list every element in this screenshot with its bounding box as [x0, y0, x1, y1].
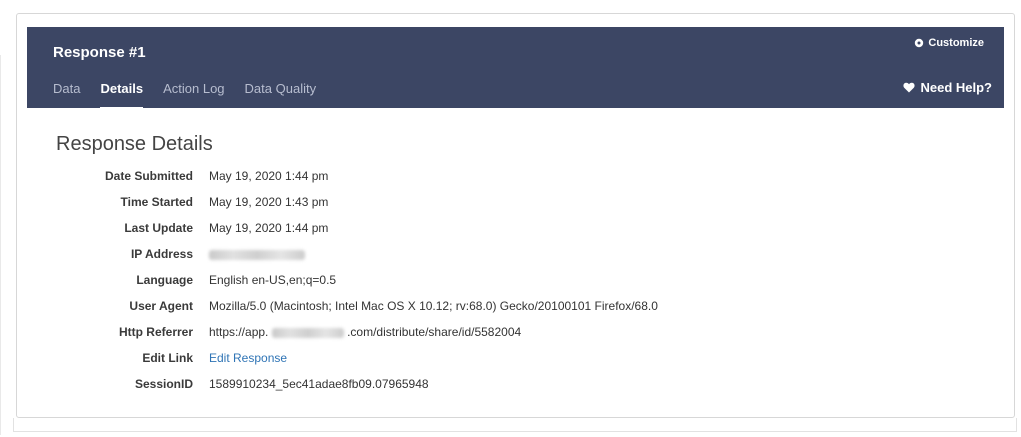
- need-help-label: Need Help?: [920, 80, 992, 95]
- referrer-prefix: https://app.: [209, 325, 269, 339]
- tab-data[interactable]: Data: [53, 81, 80, 102]
- detail-row-session-id: SessionID 1589910234_5ec41adae8fb09.0796…: [0, 374, 429, 394]
- response-title: Response #1: [53, 44, 146, 61]
- detail-label: Date Submitted: [104, 169, 193, 183]
- need-help-button[interactable]: Need Help?: [903, 80, 992, 95]
- detail-value: May 19, 2020 1:44 pm: [209, 221, 329, 235]
- response-header: Response #1 Customize Data Details Actio…: [27, 27, 1004, 110]
- detail-row-last-update: Last Update May 19, 2020 1:44 pm: [0, 218, 328, 238]
- detail-row-user-agent: User Agent Mozilla/5.0 (Macintosh; Intel…: [0, 296, 658, 316]
- detail-value: May 19, 2020 1:43 pm: [209, 195, 329, 209]
- detail-value: Mozilla/5.0 (Macintosh; Intel Mac OS X 1…: [209, 299, 658, 313]
- detail-label: User Agent: [129, 299, 193, 313]
- tab-action-log[interactable]: Action Log: [163, 81, 224, 102]
- detail-row-time-started: Time Started May 19, 2020 1:43 pm: [0, 192, 329, 212]
- detail-label: Last Update: [124, 221, 193, 235]
- detail-label: Time Started: [120, 195, 193, 209]
- detail-row-language: Language English en-US,en;q=0.5: [0, 270, 336, 290]
- gear-icon: [915, 38, 924, 48]
- detail-label: Http Referrer: [118, 325, 193, 339]
- referrer-suffix: .com/distribute/share/id/5582004: [347, 325, 522, 339]
- tab-details[interactable]: Details: [100, 81, 143, 110]
- detail-row-http-referrer: Http Referrer https://app. .com/distribu…: [0, 322, 521, 342]
- detail-value: May 19, 2020 1:44 pm: [209, 169, 329, 183]
- edit-response-link[interactable]: Edit Response: [209, 351, 287, 365]
- detail-value: https://app. .com/distribute/share/id/55…: [209, 325, 521, 339]
- detail-value: English en-US,en;q=0.5: [209, 273, 337, 287]
- ip-address-redacted: [209, 247, 305, 261]
- detail-label: Edit Link: [142, 351, 193, 365]
- redacted-ip: [209, 249, 305, 260]
- panel-shadow: [13, 418, 1017, 432]
- customize-button[interactable]: Customize: [914, 37, 984, 49]
- response-tabs: Data Details Action Log Data Quality: [53, 81, 317, 110]
- detail-label: SessionID: [134, 377, 193, 391]
- detail-row-date-submitted: Date Submitted May 19, 2020 1:44 pm: [0, 166, 328, 186]
- detail-row-ip-address: IP Address: [0, 244, 305, 264]
- detail-value: 1589910234_5ec41adae8fb09.07965948: [209, 377, 429, 391]
- detail-row-edit-link: Edit Link Edit Response: [0, 348, 287, 368]
- response-details-title: Response Details: [56, 133, 213, 155]
- tab-data-quality[interactable]: Data Quality: [245, 81, 317, 102]
- detail-label: IP Address: [130, 247, 193, 261]
- detail-label: Language: [136, 273, 193, 287]
- heart-icon: [903, 82, 916, 93]
- customize-label: Customize: [928, 37, 984, 49]
- redacted-domain: [271, 327, 344, 338]
